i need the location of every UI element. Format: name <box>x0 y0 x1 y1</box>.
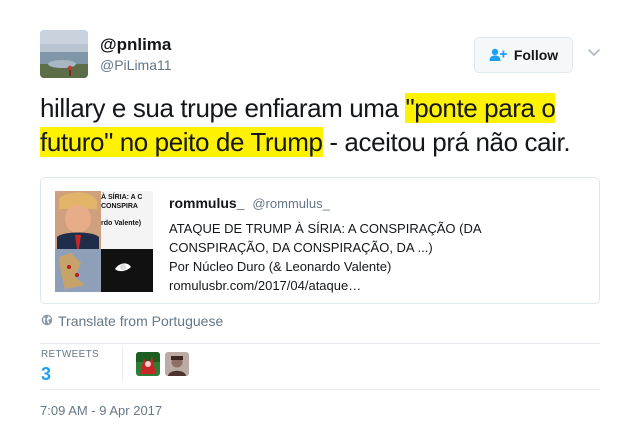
stats-separator <box>122 346 123 382</box>
card-author: rommulus_ @rommulus_ <box>169 194 589 213</box>
tweet-text-highlight: "ponte para o <box>405 93 556 123</box>
tweet-text: hillary e sua trupe enfiaram uma "ponte … <box>40 91 610 159</box>
card-body[interactable]: rommulus_ @rommulus_ ATAQUE DE TRUMP À S… <box>169 194 589 295</box>
card-author-handle: @rommulus_ <box>252 196 330 211</box>
author-handle[interactable]: @PiLima11 <box>100 57 172 73</box>
add-user-icon <box>489 48 507 62</box>
retweets-count[interactable]: 3 <box>41 364 51 385</box>
thumb-caption-line: CONSPIRA <box>101 203 138 210</box>
tweet-text-highlight: futuro" no peito de Trump <box>40 127 323 157</box>
author-avatar[interactable] <box>40 30 88 78</box>
tweet-text-plain: - aceitou prá não cair. <box>322 127 571 157</box>
tweet-container: @pnlima @PiLima11 Follow hillary e sua t… <box>0 0 638 426</box>
card-thumbnail[interactable]: À SÍRIA: A C CONSPIRA rdo Valente) <box>55 191 153 292</box>
globe-icon <box>41 313 53 329</box>
author-display-name[interactable]: @pnlima <box>100 35 171 55</box>
card-byline: Por Núcleo Duro (& Leonardo Valente) <box>169 259 392 274</box>
translate-label: Translate from Portuguese <box>58 313 224 329</box>
tweet-timestamp[interactable]: 7:09 AM - 9 Apr 2017 <box>40 403 162 418</box>
thumb-caption-line: rdo Valente) <box>101 220 142 227</box>
avatar-image <box>40 30 88 78</box>
card-thumbnail-caption: À SÍRIA: A C CONSPIRA rdo Valente) <box>101 193 142 228</box>
chevron-down-icon[interactable] <box>586 46 602 58</box>
card-author-name: rommulus_ <box>169 195 245 211</box>
retweeter-avatar[interactable] <box>165 352 189 376</box>
follow-button[interactable]: Follow <box>474 37 573 73</box>
card-title-line: CONSPIRAÇÃO, DA CONSPIRAÇÃO, DA ...) <box>169 240 433 255</box>
thumb-caption-line: À SÍRIA: A C <box>101 194 143 201</box>
retweets-label: RETWEETS <box>41 349 99 360</box>
card-title-line: ATAQUE DE TRUMP À SÍRIA: A CONSPIRAÇÃO (… <box>169 221 482 236</box>
translate-link[interactable]: Translate from Portuguese <box>41 313 223 329</box>
card-link[interactable]: romulusbr.com/2017/04/ataque… <box>169 276 589 295</box>
retweeter-avatar[interactable] <box>136 352 160 376</box>
link-preview-card[interactable]: À SÍRIA: A C CONSPIRA rdo Valente) rommu… <box>40 177 600 304</box>
divider <box>40 389 600 390</box>
tweet-text-plain: hillary e sua trupe enfiaram uma <box>40 93 406 123</box>
divider <box>40 343 600 344</box>
follow-button-label: Follow <box>513 47 559 63</box>
